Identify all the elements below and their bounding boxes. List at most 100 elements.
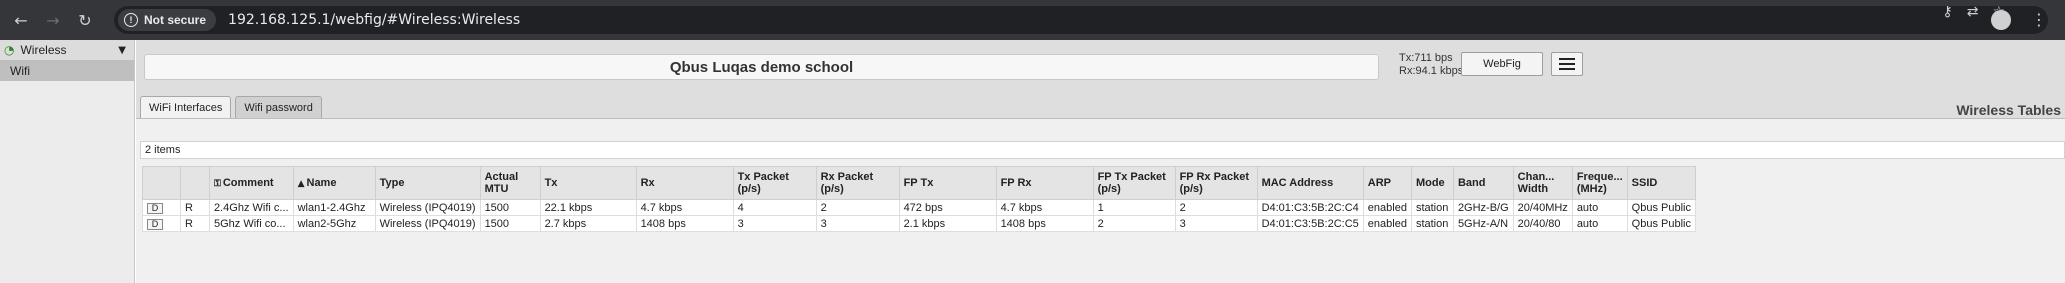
webfig-button[interactable]: WebFig [1461,52,1543,76]
sidebar-menu-wireless[interactable]: ◔ Wireless ▼ [0,40,134,61]
translate-icon[interactable]: ⇄ [1967,4,1979,20]
security-label: Not secure [144,13,207,27]
tab-wifi-interfaces[interactable]: WiFi Interfaces [140,96,232,118]
col-header-frequency[interactable]: Freque... (MHz) [1571,166,1628,200]
col-header-fp-tx-packet[interactable]: FP Tx Packet (p/s) [1092,166,1176,200]
table-header-row: ⚿ Comment ▲ Name Type Actual MTU Tx Rx Tx … [142,166,1696,200]
mtu-cell: 1500 [479,215,541,232]
col-header-fp-rx-packet[interactable]: FP Rx Packet (p/s) [1174,166,1258,200]
col-header-name[interactable]: ▲ Name [292,166,376,200]
tx-packet-cell: 4 [732,199,817,216]
item-count: 2 items [140,141,2065,159]
rx-cell: 4.7 kbps [635,199,734,216]
col-header-fp-tx[interactable]: FP Tx [898,166,997,200]
warning-icon: ! [124,13,138,27]
mtu-cell: 1500 [479,199,541,216]
col-header-tx-packet[interactable]: Tx Packet (p/s) [732,166,817,200]
col-header-actual-mtu[interactable]: Actual MTU [479,166,541,200]
col-header-comment[interactable]: ⚿ Comment [209,166,294,200]
table-panel: 2 items ⚿Comment ▲Name Type Actual MTU [136,118,2065,283]
band-cell: 5GHz-A/N [1452,215,1514,232]
fp-rx-cell: 4.7 kbps [995,199,1094,216]
tab-wifi-password[interactable]: Wifi password [235,96,322,118]
sidebar-item-label: Wifi [10,64,30,78]
mac-cell: D4:01:C3:5B:2C:C4 [1256,199,1364,216]
table-row[interactable]: D R 5Ghz Wifi co... wlan2-5Ghz Wireless … [142,215,1696,232]
flag-cell: R [180,215,210,232]
col-header-fp-rx[interactable]: FP Rx [995,166,1094,200]
address-bar[interactable]: ! Not secure 192.168.125.1/webfig/#Wirel… [114,6,2048,34]
back-icon[interactable]: ← [10,9,32,31]
col-header-rx[interactable]: Rx [635,166,734,200]
fp-tx-packet-cell: 2 [1092,215,1176,232]
rx-rate: Rx:94.1 kbps [1399,65,1464,77]
tx-packet-cell: 3 [732,215,817,232]
name-cell[interactable]: wlan2-5Ghz [292,215,376,232]
wireless-icon: ◔ [4,43,15,57]
profile-avatar-icon[interactable] [1991,10,2011,30]
forward-icon[interactable]: → [42,9,64,31]
col-header-rx-packet[interactable]: Rx Packet (p/s) [815,166,900,200]
col-header-band[interactable]: Band [1452,166,1514,200]
name-cell[interactable]: wlan1-2.4Ghz [292,199,376,216]
arp-cell: enabled [1362,199,1412,216]
row-action-cell: D [142,199,181,216]
url-text[interactable]: 192.168.125.1/webfig/#Wireless:Wireless [228,12,520,28]
type-cell: Wireless (IPQ4019) [374,215,481,232]
type-cell: Wireless (IPQ4019) [374,199,481,216]
fp-rx-cell: 1408 bps [995,215,1094,232]
flag-cell: R [180,199,210,216]
tx-cell: 2.7 kbps [539,215,637,232]
frequency-cell: auto [1571,215,1628,232]
col-header-arp[interactable]: ARP [1362,166,1412,200]
fp-tx-cell: 472 bps [898,199,997,216]
tx-rate: Tx:711 bps [1399,52,1453,64]
col-header-flags[interactable] [180,166,210,200]
interfaces-table: ⚿ Comment ▲ Name Type Actual MTU Tx Rx Tx … [142,166,1696,232]
col-header-mode[interactable]: Mode [1410,166,1454,200]
fp-rx-packet-cell: 2 [1174,199,1258,216]
ssid-cell: Qbus Public [1626,199,1696,216]
mac-cell: D4:01:C3:5B:2C:C5 [1256,215,1364,232]
mode-cell: station [1410,199,1454,216]
reload-icon[interactable]: ↻ [74,9,96,31]
tx-cell: 22.1 kbps [539,199,637,216]
page-title: Qbus Luqas demo school [144,54,1379,80]
table-row[interactable]: D R 2.4Ghz Wifi c... wlan1-2.4Ghz Wirele… [142,199,1696,216]
comment-cell: 2.4Ghz Wifi c... [209,199,294,216]
mode-cell: station [1410,215,1454,232]
frequency-cell: auto [1571,199,1628,216]
col-header-mac-address[interactable]: MAC Address [1256,166,1364,200]
col-header-type[interactable]: Type [374,166,481,200]
security-indicator[interactable]: ! Not secure [118,9,217,31]
col-header-tx[interactable]: Tx [539,166,637,200]
browser-menu-icon[interactable]: ⋮ [2031,10,2047,29]
col-header-buttons[interactable] [142,166,181,200]
disable-button[interactable]: D [147,218,163,230]
sort-ascending-icon: ▲ [297,178,305,189]
main-content: Qbus Luqas demo school Tx:711 bps Rx:94.… [136,40,2065,283]
fp-tx-cell: 2.1 kbps [898,215,997,232]
tab-bar: WiFi Interfaces Wifi password [140,96,322,118]
section-title: Wireless Tables [1956,102,2061,118]
traffic-readout: Tx:711 bps Rx:94.1 kbps [1399,52,1463,78]
disable-button[interactable]: D [147,202,163,214]
col-header-name-label: Name [306,176,337,189]
dropdown-arrow-icon: ▼ [118,44,126,56]
rx-cell: 1408 bps [635,215,734,232]
comment-column-icon: ⚿ [214,178,221,189]
band-cell: 2GHz-B/G [1452,199,1514,216]
rx-packet-cell: 2 [815,199,900,216]
arp-cell: enabled [1362,215,1412,232]
channel-width-cell: 20/40/80 [1512,215,1573,232]
hamburger-menu-icon[interactable] [1551,52,1583,76]
browser-toolbar: ← → ↻ ! Not secure 192.168.125.1/webfig/… [0,0,2065,40]
row-action-cell: D [142,215,181,232]
col-header-comment-label: Comment [222,176,274,189]
col-header-ssid[interactable]: SSID [1626,166,1696,200]
col-header-channel-width[interactable]: Chan... Width [1512,166,1573,200]
sidebar-item-wifi[interactable]: Wifi [0,61,134,81]
key-icon[interactable]: ⚷ [1942,4,1952,20]
comment-cell: 5Ghz Wifi co... [209,215,294,232]
ssid-cell: Qbus Public [1626,215,1696,232]
